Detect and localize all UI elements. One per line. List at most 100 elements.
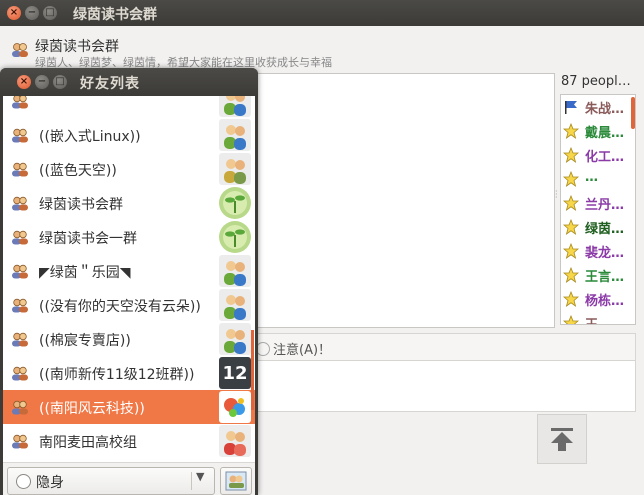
- member-item[interactable]: 王言…: [561, 263, 635, 287]
- member-list[interactable]: 朱战… 戴晨… 化工… … 兰丹… 绿茵… 裴龙… 王言… 杨栋… 王…: [560, 94, 636, 325]
- member-item[interactable]: 兰丹…: [561, 191, 635, 215]
- friend-row[interactable]: [3, 96, 255, 118]
- group-icon: [11, 264, 29, 283]
- group-icon: [11, 434, 29, 453]
- member-item[interactable]: 朱战…: [561, 95, 635, 119]
- window-title: 绿茵读书会群: [73, 7, 157, 23]
- chevron-down-icon: ▼: [196, 470, 205, 483]
- group-icon: [11, 162, 29, 181]
- member-count: 87 peopl…: [561, 74, 631, 89]
- friend-row[interactable]: ((嵌入式Linux)): [3, 118, 255, 152]
- star-icon: [562, 266, 580, 287]
- member-item[interactable]: 化工…: [561, 143, 635, 167]
- member-name: 王…: [585, 314, 611, 324]
- member-item[interactable]: …: [561, 167, 635, 191]
- member-name: 裴龙…: [585, 246, 625, 261]
- friend-name: ((南阳风云科技)): [39, 401, 145, 417]
- star-icon: [562, 290, 580, 311]
- minimize-window-button[interactable]: −: [25, 6, 39, 20]
- group-icon: [11, 298, 29, 317]
- friend-maximize-button[interactable]: □: [53, 75, 67, 89]
- attention-label: 注意(A)！: [273, 343, 332, 358]
- friend-name: ((没有你的天空没有云朵)): [39, 299, 201, 315]
- member-name: 戴晨…: [585, 126, 625, 141]
- member-item[interactable]: 王…: [561, 311, 635, 324]
- member-item[interactable]: 戴晨…: [561, 119, 635, 143]
- star-icon: [562, 314, 580, 324]
- avatar[interactable]: [219, 153, 251, 185]
- member-name: 化工…: [585, 150, 625, 165]
- maximize-window-button[interactable]: □: [43, 6, 57, 20]
- avatar[interactable]: [219, 119, 251, 151]
- friend-minimize-button[interactable]: −: [35, 75, 49, 89]
- avatar[interactable]: 12: [219, 357, 251, 389]
- friend-list-scrollbar[interactable]: [251, 330, 254, 410]
- friend-row[interactable]: ((南师新传11级12班群)) 12: [3, 356, 255, 390]
- star-icon: [562, 194, 580, 215]
- avatar[interactable]: [219, 187, 251, 219]
- friend-list-title: 好友列表: [80, 76, 140, 92]
- friend-row[interactable]: 绿茵读书会一群: [3, 220, 255, 254]
- member-name: …: [585, 170, 598, 185]
- friend-row[interactable]: ((棉宸专賣店)): [3, 322, 255, 356]
- friend-list-window: × − □ 好友列表 ((嵌入式Linux)) ((蓝色天空)) 绿茵读书会群 绿茵读…: [0, 68, 258, 495]
- attention-icon: [256, 342, 270, 356]
- group-name: 绿茵读书会群: [35, 39, 119, 55]
- friend-name: ((南师新传11级12班群)): [39, 367, 195, 383]
- friend-row[interactable]: ◤绿茵＂乐园◥: [3, 254, 255, 288]
- friend-name: 绿茵读书会群: [39, 197, 123, 213]
- message-input[interactable]: [252, 360, 636, 412]
- status-indicator-icon: [16, 474, 31, 489]
- friend-row[interactable]: ((没有你的天空没有云朵)): [3, 288, 255, 322]
- close-window-button[interactable]: ×: [7, 6, 21, 20]
- avatar[interactable]: [219, 323, 251, 355]
- member-name: 朱战…: [585, 102, 625, 117]
- star-icon: [562, 146, 580, 167]
- pane-splitter[interactable]: · · ·: [555, 188, 559, 202]
- member-name: 绿茵…: [585, 222, 625, 237]
- group-icon: [11, 332, 29, 351]
- user-pair-icon: [225, 471, 247, 491]
- status-select[interactable]: 隐身 ▼: [7, 467, 215, 495]
- friend-list-body: ((嵌入式Linux)) ((蓝色天空)) 绿茵读书会群 绿茵读书会一群 ◤绿茵＂乐园◥…: [3, 96, 255, 495]
- friend-name: ((嵌入式Linux)): [39, 129, 141, 145]
- avatar[interactable]: [219, 221, 251, 253]
- friend-list[interactable]: ((嵌入式Linux)) ((蓝色天空)) 绿茵读书会群 绿茵读书会一群 ◤绿茵＂乐园◥…: [3, 96, 255, 458]
- avatar[interactable]: [219, 255, 251, 287]
- svg-text:12: 12: [222, 363, 247, 384]
- member-name: 王言…: [585, 270, 625, 285]
- member-name: 杨栋…: [585, 294, 625, 309]
- flag-icon: [563, 99, 579, 119]
- star-icon: [562, 242, 580, 263]
- avatar[interactable]: [219, 391, 251, 423]
- status-divider: [191, 472, 192, 490]
- group-icon: [11, 230, 29, 249]
- member-item[interactable]: 绿茵…: [561, 215, 635, 239]
- attention-button[interactable]: 注意(A)！: [256, 339, 331, 358]
- member-item[interactable]: 裴龙…: [561, 239, 635, 263]
- group-icon: [11, 42, 29, 62]
- friend-row[interactable]: ((蓝色天空)): [3, 152, 255, 186]
- group-header: 绿茵读书会群 绿茵人、绿茵梦、绿茵情，希望大家能在这里收获成长与幸福: [0, 27, 644, 69]
- member-item[interactable]: 杨栋…: [561, 287, 635, 311]
- message-history[interactable]: [252, 73, 555, 328]
- status-bar: 隐身 ▼: [3, 462, 255, 495]
- friend-name: 绿茵读书会一群: [39, 231, 137, 247]
- group-icon: [11, 96, 29, 113]
- friend-row[interactable]: 绿茵读书会群: [3, 186, 255, 220]
- friend-row[interactable]: 南阳麦田高校组: [3, 424, 255, 458]
- avatar[interactable]: [219, 425, 251, 457]
- friend-name: ◤绿茵＂乐园◥: [39, 265, 131, 281]
- friend-name: ((蓝色天空)): [39, 163, 117, 179]
- star-icon: [562, 122, 580, 143]
- group-icon: [11, 400, 29, 419]
- avatar[interactable]: [219, 96, 251, 117]
- friend-list-titlebar: × − □ 好友列表: [0, 68, 258, 96]
- send-button[interactable]: [537, 414, 587, 464]
- status-avatar-button[interactable]: [220, 467, 252, 495]
- friend-row-selected[interactable]: ((南阳风云科技)): [3, 390, 255, 424]
- friend-close-button[interactable]: ×: [17, 75, 31, 89]
- avatar[interactable]: [219, 289, 251, 321]
- star-icon: [562, 218, 580, 239]
- star-icon: [562, 170, 580, 191]
